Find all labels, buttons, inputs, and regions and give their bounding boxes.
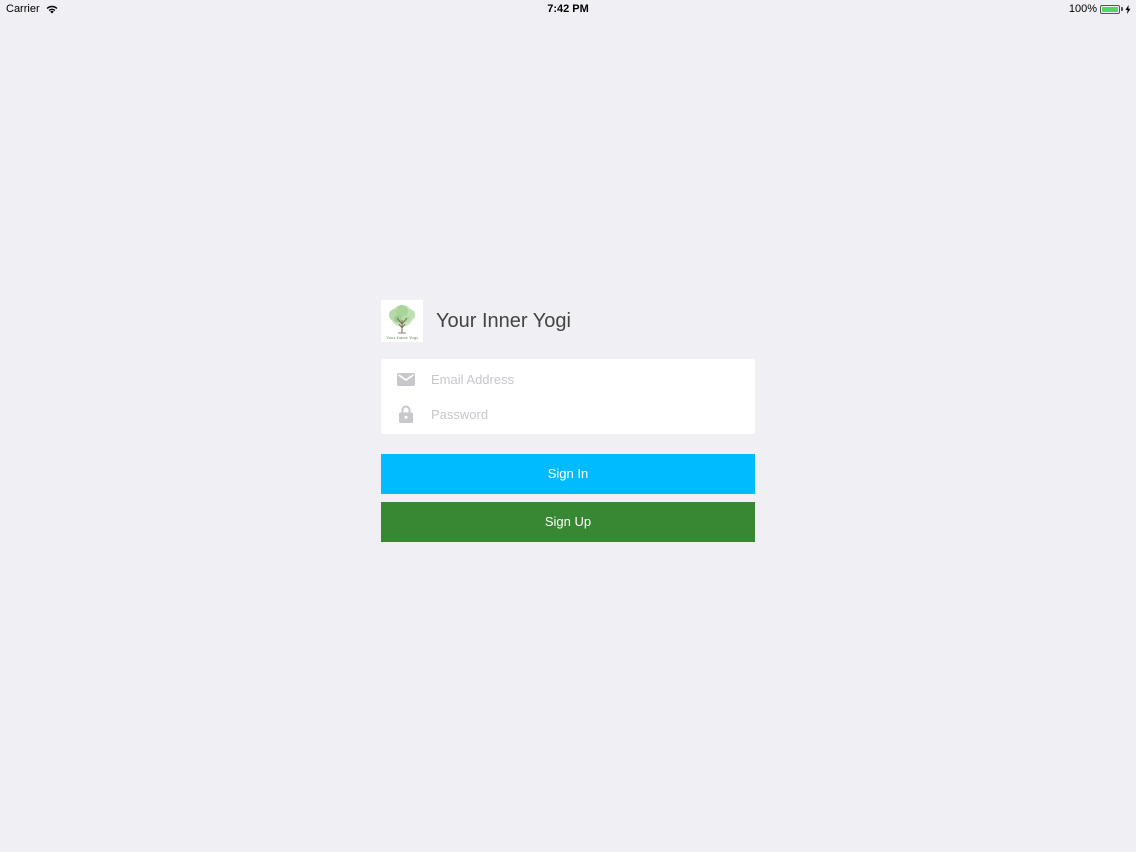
credentials-panel — [381, 359, 755, 434]
charging-bolt-icon — [1125, 4, 1131, 14]
email-field[interactable] — [431, 371, 731, 387]
sign-up-button[interactable]: Sign Up — [381, 502, 755, 542]
email-row — [381, 364, 755, 394]
battery-tip — [1121, 7, 1123, 11]
login-form: Your Inner Yogi Your Inner Yogi Email Ad… — [381, 300, 755, 542]
status-bar-right: 100% — [1069, 3, 1131, 15]
battery-percent-label: 100% — [1068, 3, 1097, 15]
battery-level-fill — [1102, 6, 1118, 12]
app-title: Your Inner Yogi — [436, 309, 571, 332]
envelope-icon — [397, 370, 415, 388]
app-logo: Your Inner Yogi — [381, 300, 423, 342]
brand-header: Your Inner Yogi Your Inner Yogi — [381, 300, 755, 342]
clock-label: 7:42 PM — [547, 3, 589, 15]
status-bar: Carrier 7:42 PM 100% — [0, 0, 1136, 18]
lock-icon — [397, 405, 415, 423]
password-row — [381, 399, 755, 429]
battery-icon — [1100, 4, 1120, 14]
password-field[interactable] — [431, 406, 731, 422]
logo-caption: Your Inner Yogi — [386, 335, 418, 340]
sign-in-button[interactable]: Sign In — [381, 454, 755, 494]
